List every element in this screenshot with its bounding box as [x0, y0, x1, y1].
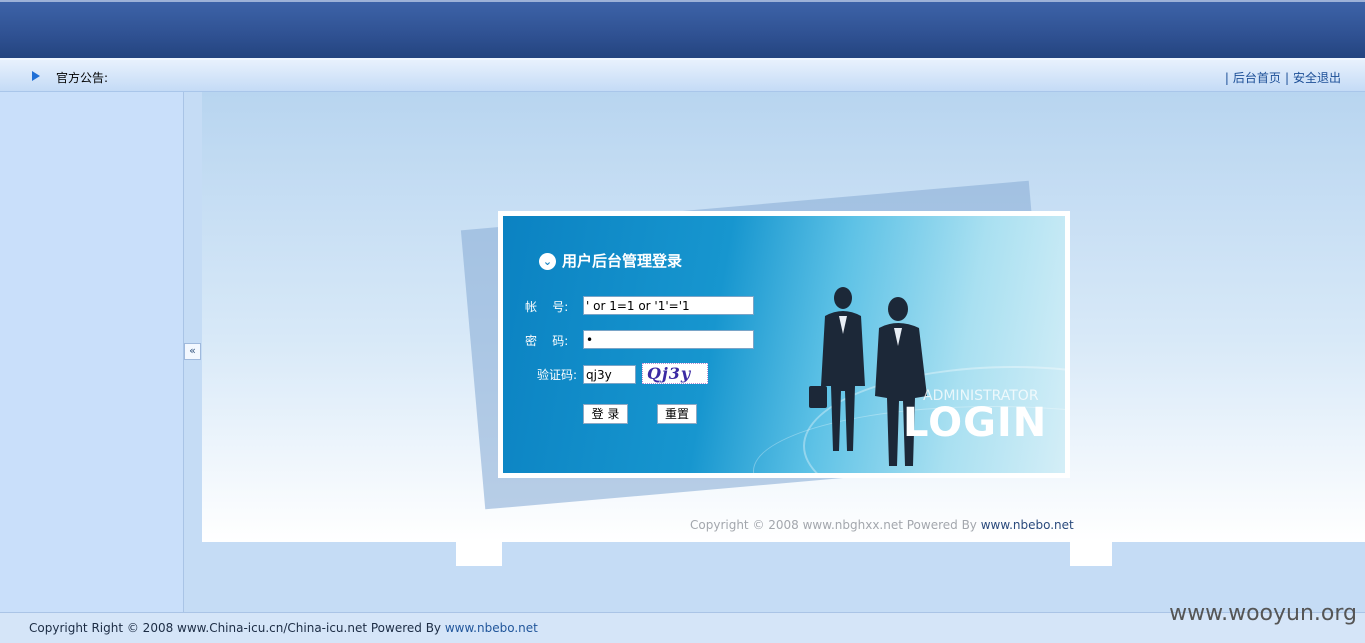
top-links: | 后台首页 | 安全退出	[1221, 69, 1341, 86]
watermark: www.wooyun.org	[1169, 601, 1357, 626]
login-title-text: 用户后台管理登录	[562, 252, 683, 270]
footer-link[interactable]: www.nbebo.net	[445, 621, 538, 635]
link-separator: |	[1224, 71, 1229, 85]
login-title: ⌄ 用户后台管理登录	[539, 250, 682, 271]
login-copyright-link[interactable]: www.nbebo.net	[981, 518, 1074, 532]
login-copyright: Copyright © 2008 www.nbghxx.net Powered …	[690, 518, 1074, 532]
account-input[interactable]	[583, 296, 754, 315]
chevron-down-icon: ⌄	[539, 253, 556, 270]
footer-copyright: Copyright Right © 2008 www.China-icu.cn/…	[29, 621, 538, 635]
login-button[interactable]: 登 录	[583, 404, 628, 424]
decor-tab-right	[1070, 542, 1112, 566]
login-panel: ADMINISTRATOR LOGIN ⌄用户后台管理登录 帐 号: 密 码: …	[503, 216, 1065, 473]
play-arrow-icon	[32, 71, 40, 81]
reset-button[interactable]: 重置	[657, 404, 697, 424]
captcha-image[interactable]: Qj3y	[642, 363, 708, 384]
captcha-label: 验证码:	[537, 368, 578, 382]
decor-tab-left	[456, 542, 502, 566]
link-separator: |	[1284, 71, 1289, 85]
login-box: ADMINISTRATOR LOGIN ⌄用户后台管理登录 帐 号: 密 码: …	[498, 211, 1070, 478]
captcha-input[interactable]	[583, 365, 636, 384]
admin-home-link[interactable]: 后台首页	[1233, 71, 1281, 85]
top-banner	[0, 0, 1365, 58]
account-label: 帐 号:	[525, 300, 569, 314]
footer: Copyright Right © 2008 www.China-icu.cn/…	[0, 612, 1365, 643]
brand-title: LOGIN	[903, 400, 1048, 446]
notice-bar: 官方公告: | 后台首页 | 安全退出	[0, 58, 1365, 92]
footer-copyright-text: Copyright Right © 2008 www.China-icu.cn/…	[29, 621, 445, 635]
logout-link[interactable]: 安全退出	[1293, 71, 1341, 85]
collapse-sidebar-button[interactable]: «	[184, 343, 201, 360]
password-label: 密 码:	[525, 334, 569, 348]
login-copyright-text: Copyright © 2008 www.nbghxx.net Powered …	[690, 518, 981, 532]
notice-label: 官方公告:	[56, 71, 109, 85]
password-input[interactable]	[583, 330, 754, 349]
sidebar	[0, 92, 184, 612]
